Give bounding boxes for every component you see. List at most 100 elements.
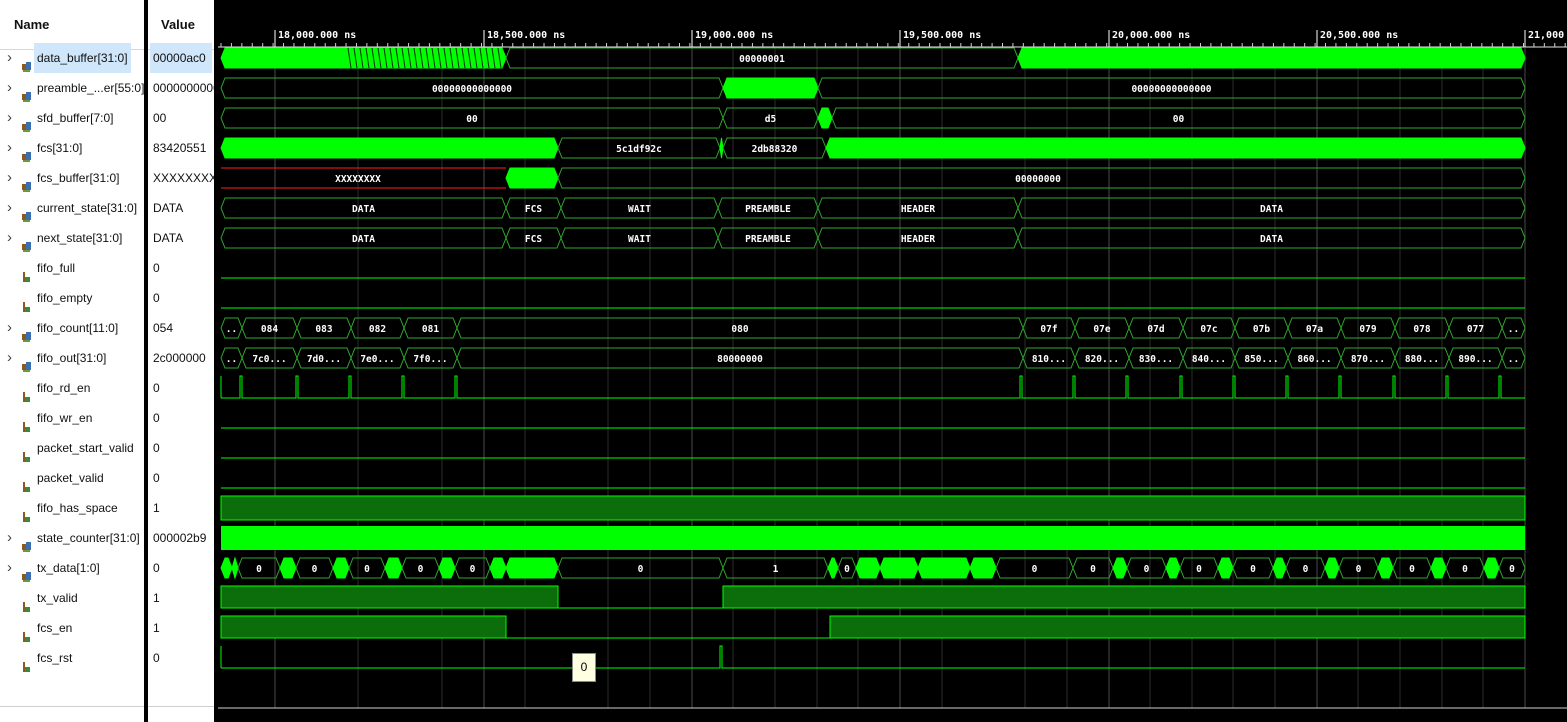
value-row[interactable]: 0000000000 — [148, 73, 214, 103]
time-tick-label: 18,000.000 ns — [278, 30, 356, 41]
expand-chevron-icon[interactable]: › — [7, 343, 12, 373]
signal-row[interactable]: fcs_en — [0, 613, 144, 643]
value-row[interactable]: 1 — [148, 613, 214, 643]
signal-row[interactable]: fifo_rd_en — [0, 373, 144, 403]
bus-busy-block — [1324, 557, 1340, 579]
bus-busy-block — [231, 556, 239, 580]
signal-row[interactable]: › preamble_...er[55:0] — [0, 73, 144, 103]
value-row[interactable]: 0 — [148, 643, 214, 673]
bus-busy-block — [220, 137, 559, 159]
bit-signal-icon — [22, 263, 31, 282]
value-row[interactable]: 000002b9 — [148, 523, 214, 553]
bus-value-label: 0 — [1303, 564, 1309, 575]
bus-value-label: 820... — [1085, 354, 1119, 365]
time-tick-label: 18,500.000 ns — [487, 30, 565, 41]
expand-chevron-icon[interactable]: › — [7, 553, 12, 583]
waveform-canvas[interactable]: 18,000.000 ns 18,500.000 ns 19,000.000 ns 1… — [218, 0, 1567, 722]
signal-name: fifo_rd_en — [37, 381, 91, 395]
expand-chevron-icon[interactable]: › — [7, 313, 12, 343]
expand-chevron-icon[interactable]: › — [7, 523, 12, 553]
value-row[interactable]: 0 — [148, 553, 214, 583]
bus-signal-icon — [22, 143, 31, 162]
signal-row[interactable]: › sfd_buffer[7:0] — [0, 103, 144, 133]
bit-signal-icon — [22, 473, 31, 492]
bus-value-label: 0 — [1462, 564, 1468, 575]
bit-signal-icon — [22, 653, 31, 672]
signal-row[interactable]: › current_state[31:0] — [0, 193, 144, 223]
signal-row[interactable]: › data_buffer[31:0] — [0, 43, 144, 73]
signal-row[interactable]: packet_valid — [0, 463, 144, 493]
bus-value-label: 00000000000000 — [1131, 84, 1211, 95]
bus-busy-block — [817, 107, 833, 129]
value-row[interactable]: 0 — [148, 283, 214, 313]
value-row[interactable]: 0 — [148, 463, 214, 493]
value-row[interactable]: 83420551 — [148, 133, 214, 163]
signal-value: 1 — [153, 501, 160, 515]
value-row[interactable]: 1 — [148, 493, 214, 523]
value-row[interactable]: DATA — [148, 223, 214, 253]
expand-chevron-icon[interactable]: › — [7, 163, 12, 193]
signal-row[interactable]: › tx_data[1:0] — [0, 553, 144, 583]
signal-name: packet_valid — [37, 471, 104, 485]
bus-value-label: .. — [226, 354, 237, 365]
expand-chevron-icon[interactable]: › — [7, 193, 12, 223]
bus-signal-icon — [22, 233, 31, 252]
signal-value: XXXXXXXX — [153, 171, 214, 185]
value-row[interactable]: XXXXXXXX — [148, 163, 214, 193]
signal-row[interactable]: fifo_wr_en — [0, 403, 144, 433]
signal-row[interactable]: › fcs[31:0] — [0, 133, 144, 163]
logic-high-fill — [220, 585, 559, 609]
bus-value-label: 00 — [466, 114, 478, 125]
bus-value-label: 2db88320 — [752, 144, 798, 155]
bit-signal-icon — [22, 503, 31, 522]
value-row[interactable]: 00 — [148, 103, 214, 133]
expand-chevron-icon[interactable]: › — [7, 133, 12, 163]
signal-value: 1 — [153, 621, 160, 635]
bus-value-label: 0 — [1090, 564, 1096, 575]
value-row[interactable]: 0 — [148, 373, 214, 403]
signal-row[interactable]: › next_state[31:0] — [0, 223, 144, 253]
bus-busy-block — [505, 167, 559, 189]
signal-value: 054 — [153, 321, 174, 335]
signal-row[interactable]: › fcs_buffer[31:0] — [0, 163, 144, 193]
signal-row[interactable]: › state_counter[31:0] — [0, 523, 144, 553]
expand-chevron-icon[interactable]: › — [7, 73, 12, 103]
bus-value-label: 5c1df92c — [616, 144, 662, 155]
signal-row[interactable]: › fifo_count[11:0] — [0, 313, 144, 343]
signal-row[interactable]: tx_valid — [0, 583, 144, 613]
signal-value: 0 — [153, 441, 160, 455]
signal-name: fifo_has_space — [37, 501, 118, 515]
bus-value-label: 07b — [1253, 324, 1270, 335]
signal-row[interactable]: fifo_empty — [0, 283, 144, 313]
signal-row[interactable]: fcs_rst — [0, 643, 144, 673]
bus-busy-block — [917, 557, 971, 579]
value-row[interactable]: 1 — [148, 583, 214, 613]
signal-row[interactable]: › fifo_out[31:0] — [0, 343, 144, 373]
value-column-header[interactable]: Value — [161, 0, 195, 49]
bus-value-label: 0 — [1196, 564, 1202, 575]
signal-value: 0 — [153, 381, 160, 395]
expand-chevron-icon[interactable]: › — [7, 103, 12, 133]
value-row[interactable]: DATA — [148, 193, 214, 223]
bus-busy-block — [855, 557, 881, 579]
value-row[interactable]: 054 — [148, 313, 214, 343]
bus-value-label: 07e — [1093, 324, 1110, 335]
bus-value-label: 0 — [1356, 564, 1362, 575]
expand-chevron-icon[interactable]: › — [7, 223, 12, 253]
signal-value: 0 — [153, 651, 160, 665]
signal-row[interactable]: fifo_full — [0, 253, 144, 283]
value-row[interactable]: 0 — [148, 253, 214, 283]
value-row[interactable]: 2c000000 — [148, 343, 214, 373]
expand-chevron-icon[interactable]: › — [7, 43, 12, 73]
value-row[interactable]: 0 — [148, 403, 214, 433]
signal-row[interactable]: fifo_has_space — [0, 493, 144, 523]
bus-value-label: FCS — [525, 234, 542, 245]
bus-value-label: .. — [226, 324, 237, 335]
value-row[interactable]: 00000ac0 — [148, 43, 214, 73]
value-row[interactable]: 0 — [148, 433, 214, 463]
bus-value-label: 077 — [1467, 324, 1484, 335]
signal-row[interactable]: packet_start_valid — [0, 433, 144, 463]
bit-signal-icon — [22, 593, 31, 612]
name-column-header[interactable]: Name — [14, 0, 49, 49]
bus-value-label: DATA — [1260, 204, 1283, 215]
